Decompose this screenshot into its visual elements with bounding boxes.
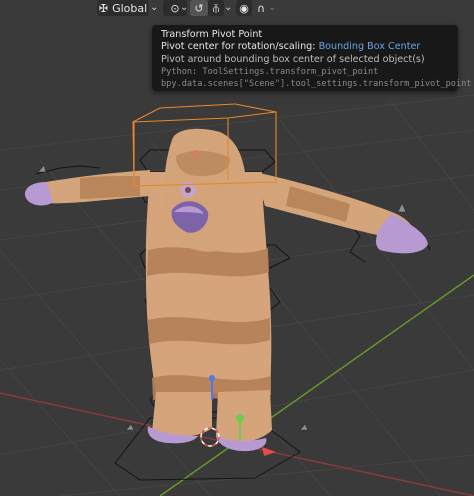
pivot-point-icon: ⊙ [170,1,180,15]
chevron-down-icon[interactable]: ⌄ [224,2,232,14]
tooltip-detail: Pivot around bounding box center of sele… [161,53,425,65]
left-leg [152,392,212,437]
proportional-editing-icon: ◉ [239,1,249,15]
snap-toggle[interactable]: ↺ [190,0,208,16]
tooltip-current-value: Bounding Box Center [318,41,421,53]
snap-element-icon: ⫚ [212,1,220,15]
tooltip-description-prefix: Pivot center for rotation/scaling: [161,41,316,53]
tooltip-title: Transform Pivot Point [161,29,263,40]
transform-orientation-icon: ✠ [98,1,109,15]
pupil-left [185,187,191,193]
chevron-down-icon[interactable]: ⌄ [268,2,276,14]
chevron-down-icon[interactable]: ⌄ [150,2,158,14]
3d-viewport[interactable]: ✠ Global ⌄ ⊙ ⌄ ↺ ⫚ ⌄ ◉ ∩ ⌄ Transform Piv… [0,0,474,496]
chevron-down-icon[interactable]: ⌄ [180,2,188,14]
snap-icon: ↺ [194,1,204,15]
tooltip-description: Pivot center for rotation/scaling: Bound… [161,41,450,53]
pivot-point-tooltip: Transform Pivot Point Pivot center for r… [152,25,472,91]
viewport-header-toolbar: ✠ Global ⌄ ⊙ ⌄ ↺ ⫚ ⌄ ◉ ∩ ⌄ [0,0,474,18]
tooltip-python-data-path: bpy.data.scenes["Scene"].tool_settings.t… [161,79,472,90]
falloff-curve-icon: ∩ [256,1,266,15]
stripe-arm [80,176,140,199]
right-leg [216,390,272,443]
transform-orientation-label: Global [112,1,148,15]
snap-element-dropdown[interactable]: ⫚ [208,0,224,16]
tooltip-python-path: Python: ToolSettings.transform_pivot_poi… [161,66,379,77]
head [164,128,248,252]
proportional-editing-toggle[interactable]: ◉ [236,0,252,16]
transform-orientation-dropdown[interactable]: ✠ Global [97,0,149,16]
